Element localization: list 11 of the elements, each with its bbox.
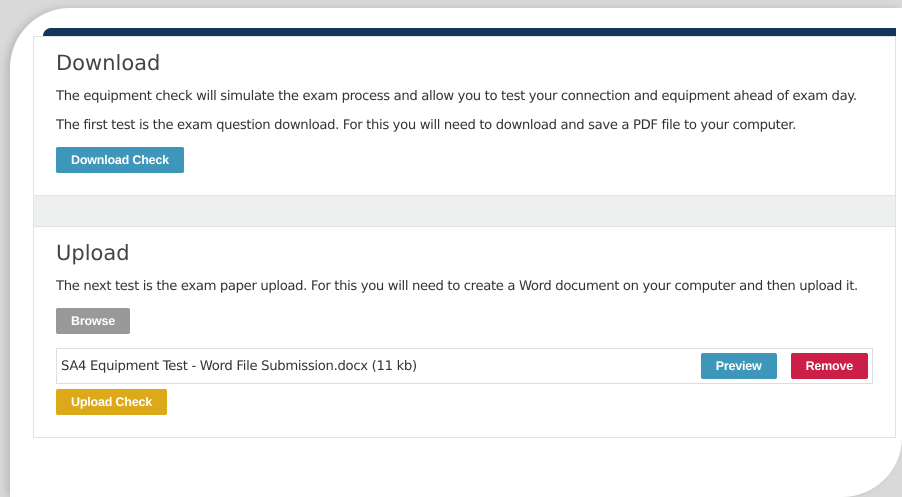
section-title: Upload: [56, 241, 131, 265]
browse-button[interactable]: Browse: [56, 308, 130, 334]
instruction-text: The first test is the exam question download. For this you will need to download and save a PDF file to your computer.: [56, 118, 797, 133]
instruction-text: The equipment check will simulate the exam process and allow you to test your connection and equipment ahead of exam day.: [56, 89, 858, 104]
instruction-text: The next test is the exam paper upload. For this you will need to create a Word document on your computer and then upload it.: [56, 279, 859, 294]
file-name: SA4 Equipment Test - Word File Submission.docx (11 kb): [61, 358, 418, 374]
action-button[interactable]: Preview: [700, 353, 777, 379]
action-button[interactable]: Download Check: [56, 147, 184, 173]
action-button[interactable]: Upload Check: [56, 389, 167, 415]
section-title: Download: [56, 51, 162, 75]
action-button[interactable]: Remove: [790, 353, 868, 379]
